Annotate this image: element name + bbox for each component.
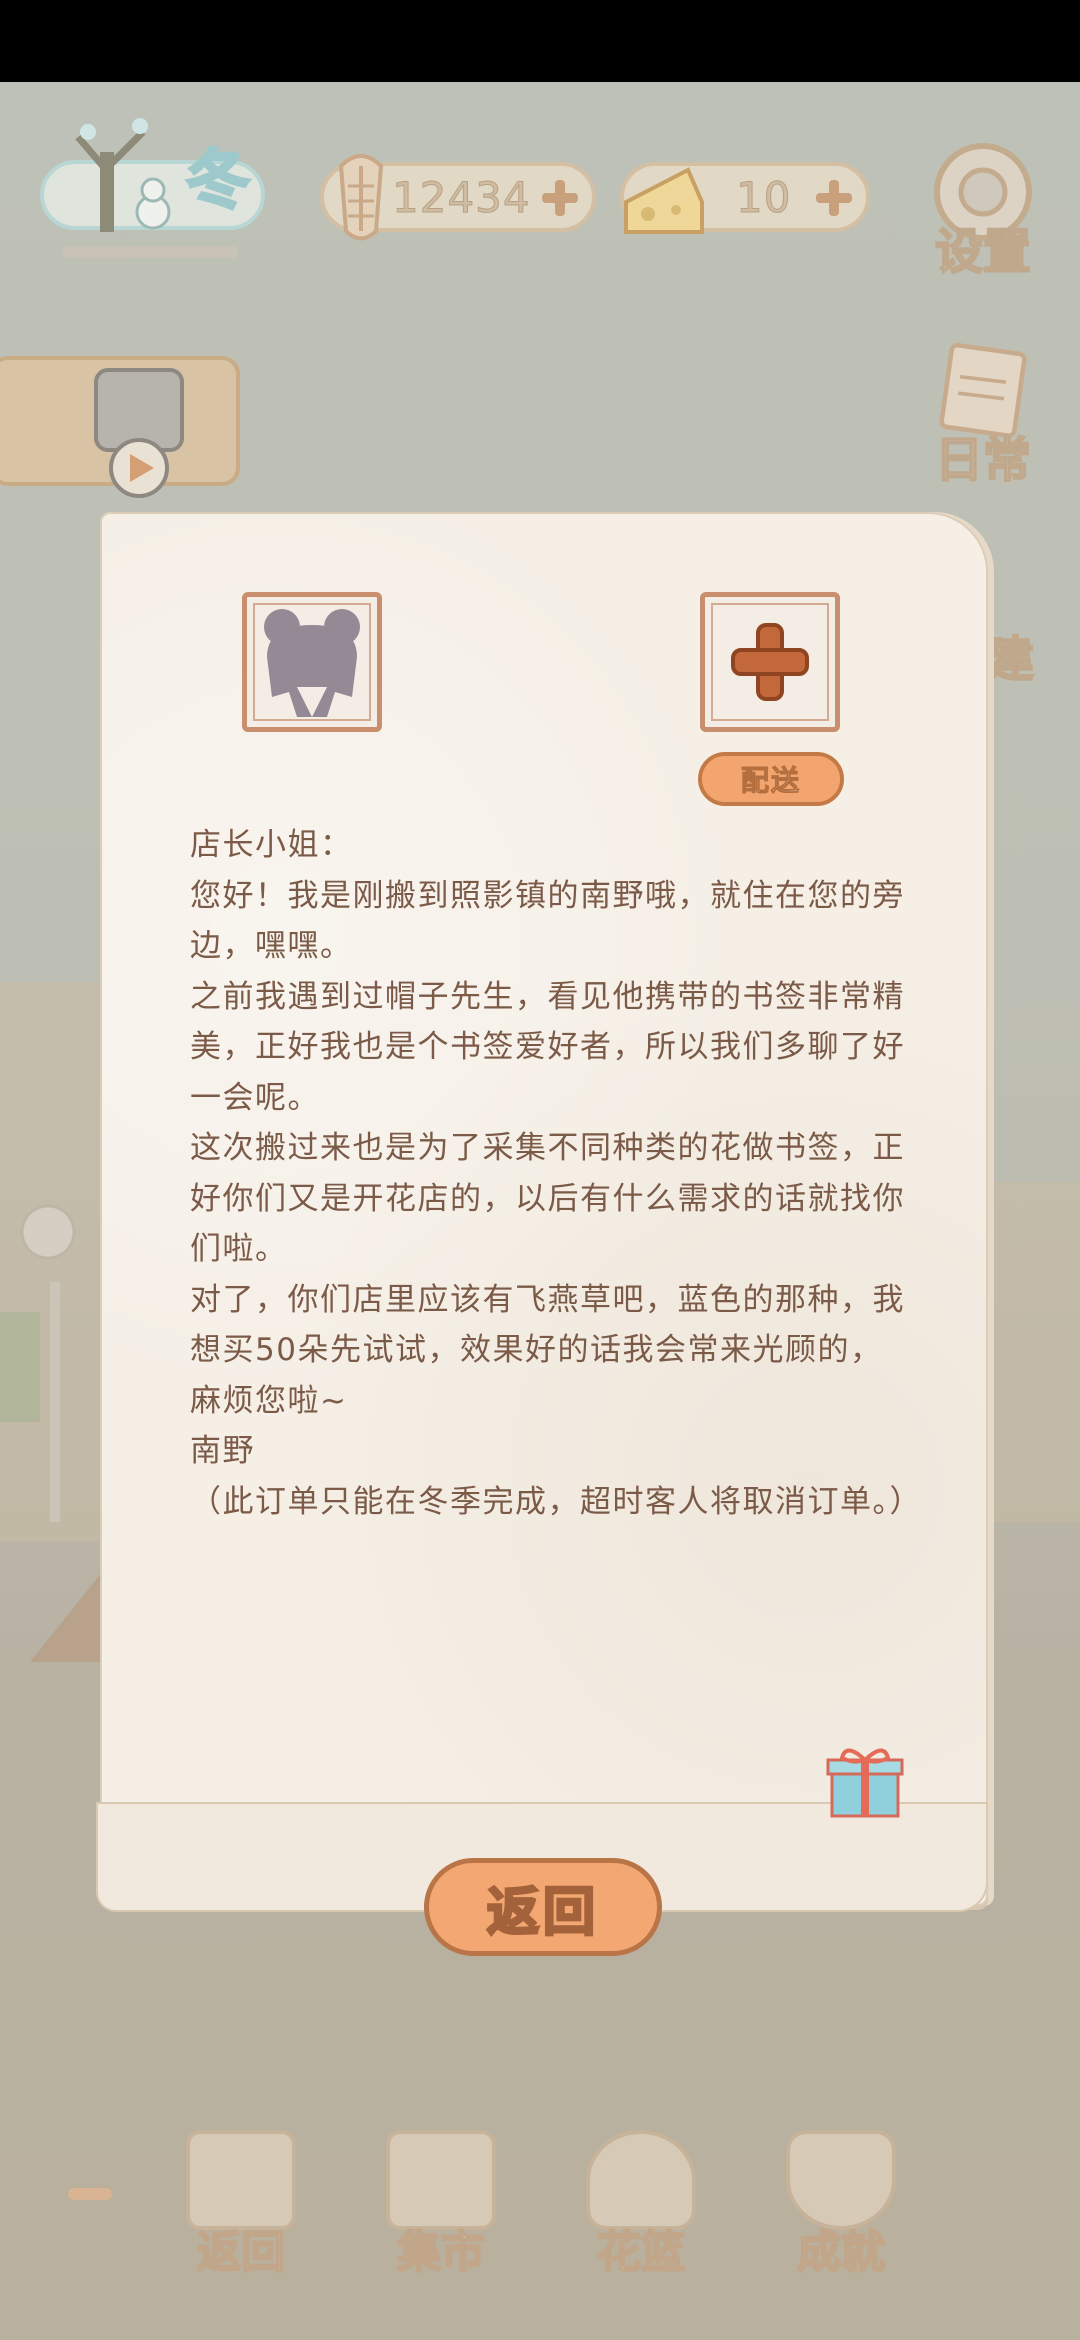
fish-currency: 12434 (320, 154, 596, 241)
season-progress-bar (62, 246, 238, 258)
add-flower-slot[interactable] (700, 592, 840, 732)
letter-note: （此订单只能在冬季完成，超时客人将取消订单。） (190, 1483, 922, 1520)
letter-line: 之前我遇到过帽子先生，看见他携带的书签非常精美，正好我也是个书签爱好者，所以我们… (190, 978, 905, 1116)
nav-flower-basket[interactable]: 花篮 (576, 2130, 706, 2280)
nav-label: 成就 (796, 2226, 886, 2279)
add-cheese-button[interactable] (812, 176, 856, 220)
window-icon (186, 2130, 296, 2230)
back-button-label: 返回 (485, 1880, 599, 1944)
video-reward-panel[interactable] (0, 356, 240, 498)
nav-label: 花篮 (596, 2226, 686, 2279)
nav-return[interactable]: 返回 (176, 2130, 306, 2280)
cheese-icon (624, 167, 704, 234)
nav-label: 集市 (396, 2226, 486, 2279)
plus-icon (731, 623, 809, 701)
nav-collapse-handle[interactable] (68, 2188, 112, 2200)
letter-body: 店长小姐： 您好！我是刚搬到照影镇的南野哦，就住在您的旁边，嘿嘿。 之前我遇到过… (190, 820, 922, 1527)
flower-basket-icon (586, 2130, 696, 2230)
nav-label: 返回 (196, 2226, 286, 2279)
build-label: 建 (985, 631, 1035, 689)
letter-signature: 南野 (190, 1433, 255, 1469)
settings-label: 设置 (934, 223, 1032, 281)
cheese-currency: 10 (620, 162, 870, 234)
daily-button[interactable]: 日常 (918, 340, 1048, 490)
deliver-button[interactable]: 配送 (698, 752, 844, 806)
play-video-icon (94, 368, 184, 498)
fish-bone-icon (338, 154, 384, 241)
status-bar (0, 0, 1080, 82)
season-indicator[interactable]: 冬 (40, 100, 270, 250)
nav-achievements[interactable]: 成就 (776, 2130, 906, 2280)
customer-avatar (242, 592, 382, 732)
market-stall-icon (386, 2130, 496, 2230)
letter-line: 店长小姐： (190, 827, 353, 863)
gift-icon[interactable] (824, 1740, 906, 1822)
settings-button[interactable]: 设置 (918, 132, 1048, 282)
cheese-amount: 10 (735, 172, 792, 222)
customer-silhouette-icon (264, 609, 360, 717)
letter-line: 这次搬过来也是为了采集不同种类的花做书签，正好你们又是开花店的，以后有什么需求的… (190, 1130, 905, 1267)
bottom-nav: 返回 集市 花篮 成就 (0, 2110, 1080, 2290)
daily-label: 日常 (934, 431, 1032, 489)
nav-market[interactable]: 集市 (376, 2130, 506, 2280)
add-fish-button[interactable] (538, 176, 582, 220)
fish-amount: 12434 (392, 172, 531, 222)
trophy-icon (786, 2130, 896, 2230)
winter-tree-icon (75, 118, 171, 232)
season-label: 冬 (185, 142, 252, 220)
letter-line: 您好！我是刚搬到照影镇的南野哦，就住在您的旁边，嘿嘿。 (190, 877, 905, 965)
back-button[interactable]: 返回 (424, 1858, 662, 1956)
letter-line: 对了，你们店里应该有飞燕草吧，蓝色的那种，我想买50朵先试试，效果好的话我会常来… (190, 1281, 905, 1419)
order-letter: 配送 店长小姐： 您好！我是刚搬到照影镇的南野哦，就住在您的旁边，嘿嘿。 之前我… (96, 512, 988, 1912)
